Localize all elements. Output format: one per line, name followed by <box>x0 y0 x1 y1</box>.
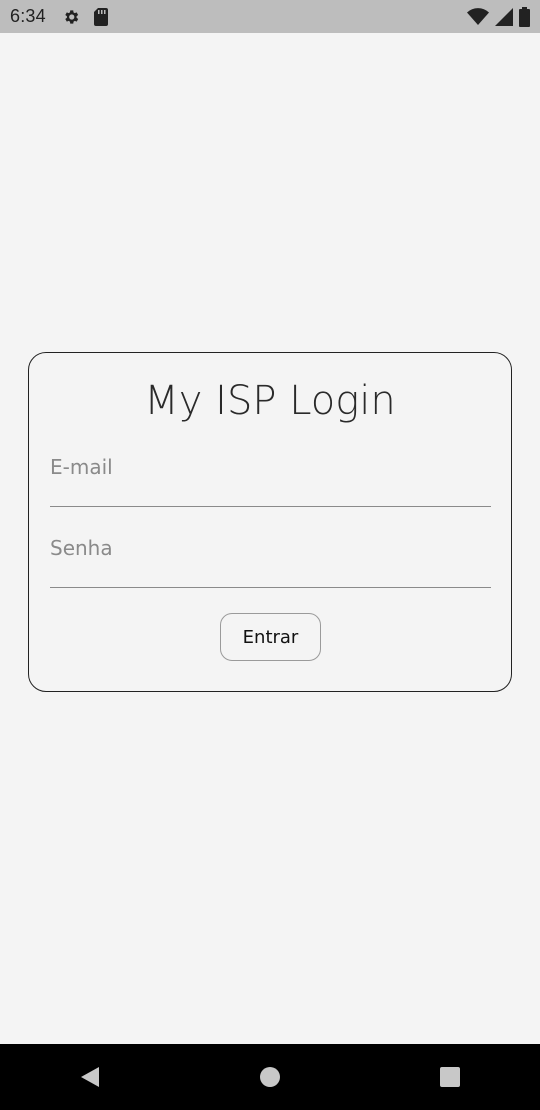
password-field[interactable] <box>50 532 491 564</box>
status-system-icons <box>467 6 530 27</box>
recents-icon <box>439 1066 461 1088</box>
recents-button[interactable] <box>420 1047 480 1107</box>
email-field-container <box>50 451 491 507</box>
back-button[interactable] <box>60 1047 120 1107</box>
email-field[interactable] <box>50 451 491 483</box>
status-time: 6:34 <box>10 6 46 26</box>
password-field-container <box>50 532 491 588</box>
sd-card-icon <box>93 7 108 26</box>
back-icon <box>79 1065 101 1089</box>
wifi-icon <box>467 7 489 26</box>
home-icon <box>259 1066 281 1088</box>
status-bar: 6:34 <box>0 0 540 33</box>
gear-icon <box>62 8 80 26</box>
login-button[interactable]: Entrar <box>220 613 321 661</box>
navigation-bar <box>0 1044 540 1110</box>
login-card: My ISP Login Entrar <box>28 352 512 692</box>
signal-icon <box>495 7 513 26</box>
home-button[interactable] <box>240 1047 300 1107</box>
login-title: My ISP Login <box>144 378 396 424</box>
battery-icon <box>519 6 530 27</box>
status-notification-icons <box>62 7 108 26</box>
